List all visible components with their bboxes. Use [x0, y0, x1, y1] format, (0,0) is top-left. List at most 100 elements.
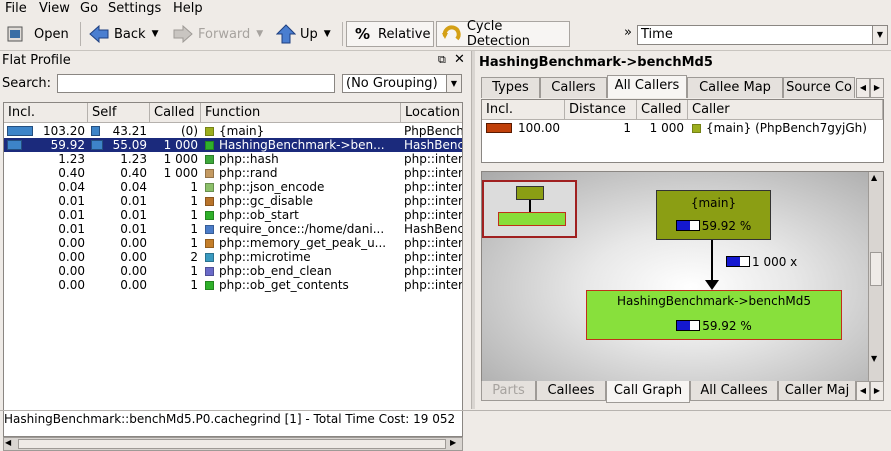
cell-function: {main} — [205, 124, 400, 138]
function-name: php::rand — [219, 166, 278, 180]
cell-location: php::inter — [404, 278, 463, 292]
table-row[interactable]: 0.00 0.00 1 php::ob_get_contents php::inter — [4, 278, 463, 292]
cycle-detection-toggle[interactable]: Cycle Detection — [436, 19, 570, 49]
cell-called: 1 — [190, 194, 198, 208]
tabs-scroll-right-icon[interactable]: ▶ — [870, 78, 884, 98]
scrollbar-thumb[interactable] — [18, 439, 446, 449]
cell-location: php::inter — [404, 208, 463, 222]
bottom-tabs-scroll-right-icon[interactable]: ▶ — [870, 381, 884, 401]
cell-function: php::ob_get_contents — [205, 278, 400, 292]
tab-types[interactable]: Types — [481, 77, 540, 98]
call-graph-view[interactable]: {main} 59.92 % 1 000 x HashingBenchmark-… — [481, 171, 884, 383]
tab-parts[interactable]: Parts — [481, 381, 536, 401]
color-swatch — [205, 183, 214, 192]
grouping-select[interactable]: (No Grouping) ▼ — [342, 74, 462, 93]
tab-all-callers[interactable]: All Callers — [607, 75, 687, 98]
cell-self: 0.00 — [120, 236, 147, 250]
forward-dropdown-icon[interactable]: ▼ — [256, 29, 263, 39]
menu-view[interactable]: View — [39, 1, 70, 16]
cell-self: 0.04 — [120, 180, 147, 194]
vertical-scrollbar[interactable]: ▲ ▼ — [868, 172, 883, 382]
float-icon[interactable]: ⧉ — [438, 53, 446, 67]
tab-source-code[interactable]: Source Co — [783, 77, 855, 98]
relative-toggle[interactable]: % Relative — [346, 21, 434, 47]
scroll-down-icon[interactable]: ▼ — [871, 354, 877, 363]
table-row[interactable]: 0.00 0.00 1 php::ob_end_clean php::inter — [4, 264, 462, 278]
close-icon[interactable]: ✕ — [454, 52, 465, 67]
column-header-function[interactable]: Function — [201, 103, 401, 123]
column-header-caller[interactable]: Caller — [688, 100, 883, 120]
cycle-label: Cycle Detection — [466, 19, 531, 49]
column-header-called[interactable]: Called — [637, 100, 688, 120]
column-header-incl[interactable]: Incl. — [4, 103, 88, 123]
tab-caller-map[interactable]: Caller Maj — [778, 381, 856, 401]
event-type-value: Time — [641, 27, 673, 42]
cell-incl: 0.01 — [58, 194, 85, 208]
table-row[interactable]: 0.00 0.00 2 php::microtime php::inter — [4, 250, 462, 264]
caller-distance: 1 — [623, 121, 631, 135]
table-row[interactable]: 0.01 0.01 1 php::gc_disable php::inter — [4, 194, 462, 208]
toolbar-overflow-icon[interactable]: » — [624, 25, 632, 40]
color-swatch — [205, 197, 214, 206]
detail-title: HashingBenchmark->benchMd5 — [479, 55, 713, 70]
callers-table: Incl. Distance Called Caller 100.00 1 1 … — [481, 99, 884, 163]
menu-go[interactable]: Go — [80, 1, 98, 16]
table-row[interactable]: 0.00 0.00 1 php::memory_get_peak_u... php::i… — [4, 236, 463, 250]
tabs-scroll-left-icon[interactable]: ◀ — [856, 78, 870, 98]
table-row[interactable]: 0.01 0.01 1 php::ob_start php::inter — [4, 208, 463, 222]
color-swatch — [205, 225, 214, 234]
table-row[interactable]: 1.23 1.23 1 000 php::hash php::inter — [4, 152, 463, 166]
cell-incl: 103.20 — [43, 124, 85, 138]
menu-file[interactable]: File — [5, 1, 27, 16]
cost-bar — [726, 256, 750, 267]
tab-callers[interactable]: Callers — [540, 77, 607, 98]
tab-all-callees[interactable]: All Callees — [690, 381, 778, 401]
back-button[interactable]: Back ▼ — [88, 21, 158, 47]
event-type-select[interactable]: Time ▼ — [637, 25, 888, 45]
up-button[interactable]: Up ▼ — [276, 21, 331, 47]
status-text: HashingBenchmark::benchMd5.P0.cachegrind… — [4, 412, 456, 426]
search-input[interactable] — [57, 74, 335, 93]
table-row[interactable]: 59.92 55.09 1 000 HashingBenchmark->ben... H… — [4, 138, 462, 152]
menu-help[interactable]: Help — [173, 1, 203, 16]
table-row[interactable]: 0.40 0.40 1 000 php::rand php::inter — [4, 166, 462, 180]
up-dropdown-icon[interactable]: ▼ — [324, 29, 331, 39]
detail-panel: HashingBenchmark->benchMd5 Types Callers… — [476, 51, 891, 409]
cell-location: php::inter — [404, 236, 463, 250]
function-name: {main} — [219, 124, 265, 138]
cell-function: php::ob_end_clean — [205, 264, 400, 278]
node-percent: 59.92 % — [701, 219, 752, 233]
scroll-left-icon[interactable]: ◀ — [5, 438, 11, 447]
menu-settings[interactable]: Settings — [108, 1, 161, 16]
horizontal-scrollbar[interactable]: ◀ ▶ — [3, 437, 463, 451]
scrollbar-thumb[interactable] — [870, 252, 882, 286]
forward-button[interactable]: Forward ▼ — [172, 21, 263, 47]
color-swatch — [205, 141, 214, 150]
scroll-right-icon[interactable]: ▶ — [450, 438, 456, 447]
open-button[interactable]: Open — [6, 21, 69, 47]
graph-node-main[interactable]: {main} 59.92 % — [656, 190, 771, 240]
graph-edge[interactable] — [711, 240, 713, 284]
tab-callees[interactable]: Callees — [536, 381, 606, 401]
tab-call-graph[interactable]: Call Graph — [606, 381, 690, 403]
scroll-up-icon[interactable]: ▲ — [871, 173, 877, 182]
column-header-called[interactable]: Called — [150, 103, 201, 123]
table-row[interactable]: 0.04 0.04 1 php::json_encode php::inter — [4, 180, 462, 194]
graph-node-benchmd5[interactable]: HashingBenchmark->benchMd5 59.92 % — [586, 290, 842, 340]
bottom-tabs-scroll-left-icon[interactable]: ◀ — [856, 381, 870, 401]
graph-overview[interactable] — [482, 180, 577, 238]
function-name: php::hash — [219, 152, 279, 166]
column-header-distance[interactable]: Distance — [565, 100, 637, 120]
panel-splitter[interactable] — [471, 51, 475, 409]
cell-location: php::inter — [404, 152, 463, 166]
tab-callee-map[interactable]: Callee Map — [687, 77, 783, 98]
table-row[interactable]: 100.00 1 1 000 {main} (PhpBench7gyjGh) — [482, 121, 883, 135]
up-label: Up — [300, 26, 318, 42]
back-dropdown-icon[interactable]: ▼ — [152, 29, 159, 39]
toolbar-separator — [342, 22, 343, 46]
table-row[interactable]: 103.20 43.21 (0) {main} PhpBench — [4, 124, 462, 138]
column-header-self[interactable]: Self — [88, 103, 150, 123]
table-row[interactable]: 0.01 0.01 1 require_once::/home/dani... Hash… — [4, 222, 462, 236]
column-header-location[interactable]: Location — [401, 103, 462, 123]
column-header-incl[interactable]: Incl. — [482, 100, 565, 120]
